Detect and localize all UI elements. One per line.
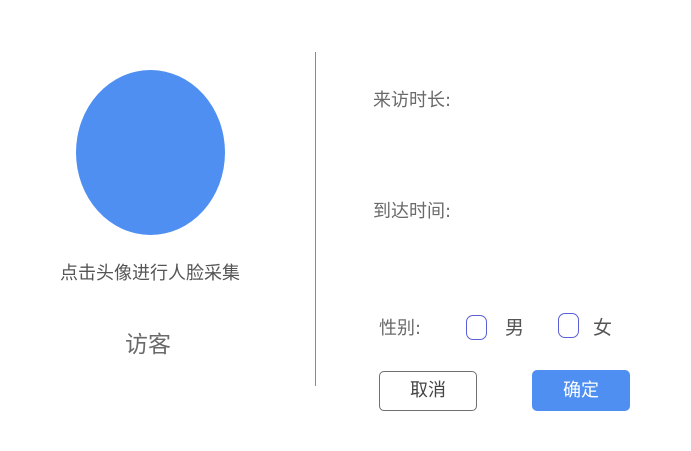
vertical-divider	[315, 52, 316, 386]
face-capture-hint: 点击头像进行人脸采集	[60, 263, 240, 284]
face-capture-avatar[interactable]	[76, 70, 225, 235]
gender-label: 性别:	[379, 318, 422, 339]
gender-female-label[interactable]: 女	[593, 313, 612, 340]
visitor-role-label: 访客	[125, 332, 171, 358]
arrival-time-field[interactable]	[378, 232, 612, 274]
gender-male-label[interactable]: 男	[505, 313, 524, 340]
visit-duration-field[interactable]	[378, 122, 612, 164]
gender-male-radio[interactable]	[466, 315, 487, 340]
visitor-registration-dialog: 点击头像进行人脸采集 访客 来访时长: 到达时间: 性别: 男 女 取消 确定	[0, 0, 691, 451]
gender-female-radio[interactable]	[558, 313, 579, 338]
cancel-button[interactable]: 取消	[379, 371, 477, 411]
confirm-button[interactable]: 确定	[532, 370, 630, 411]
visit-duration-label: 来访时长:	[373, 90, 452, 111]
arrival-time-label: 到达时间:	[373, 201, 452, 222]
